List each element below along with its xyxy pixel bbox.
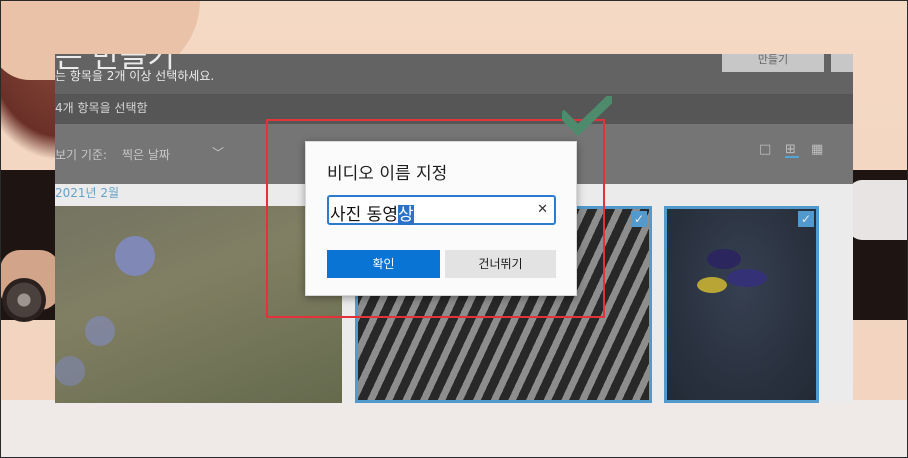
dialog-title: 비디오 이름 지정 (327, 164, 448, 184)
input-value[interactable]: 사진 동영상 (330, 200, 414, 225)
confirm-button[interactable]: 확인 (327, 250, 440, 278)
bg-coat-button (2, 278, 46, 322)
bg-white-patch (848, 180, 908, 240)
annotation-check-icon (562, 96, 612, 136)
video-name-input[interactable]: 사진 동영상 ✕ (327, 195, 556, 225)
input-selected-text: 상 (397, 205, 414, 225)
close-icon[interactable]: ✕ (537, 202, 548, 217)
bg-white-band (0, 400, 908, 458)
rename-video-dialog: 비디오 이름 지정 사진 동영상 ✕ 확인 건너뛰기 (305, 141, 577, 296)
skip-button[interactable]: 건너뛰기 (445, 250, 556, 278)
